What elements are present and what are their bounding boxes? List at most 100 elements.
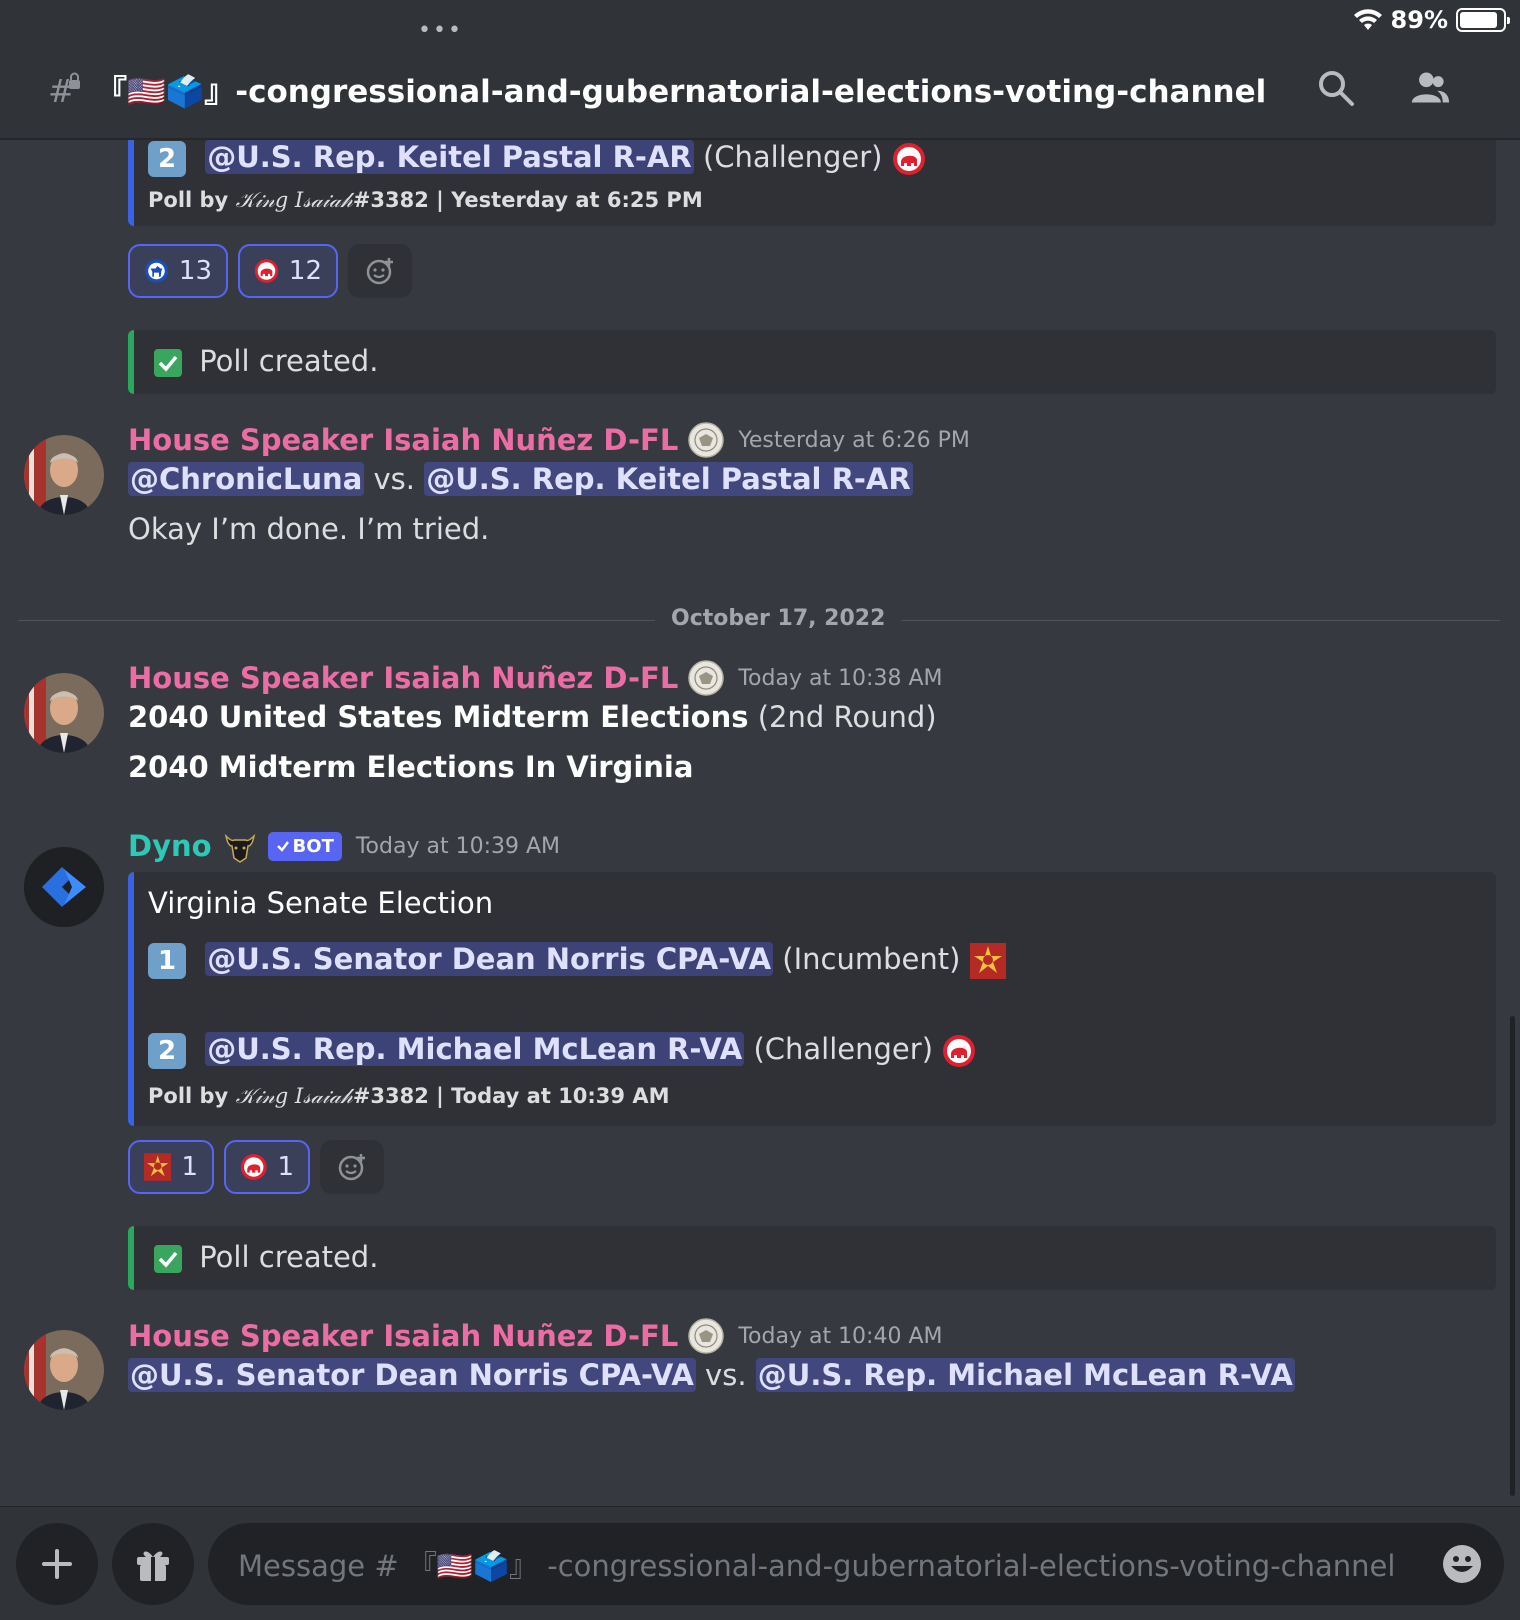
message-body: @U.S. Senator Dean Norris CPA-VA vs. @U.… — [128, 1358, 1295, 1392]
top-bar: ••• 89% # 『🇺🇸🗳️』-congressional-and-guber… — [0, 0, 1520, 140]
status-bar: 89% — [1353, 6, 1510, 34]
bot-avatar[interactable] — [24, 847, 104, 927]
confirm-text: Poll created. — [199, 344, 379, 378]
timestamp: Today at 10:38 AM — [738, 665, 943, 691]
message-body: @ChronicLuna vs. @U.S. Rep. Keitel Pasta… — [128, 462, 913, 496]
add-reaction-button[interactable] — [348, 244, 412, 298]
number-1-badge: 1 — [148, 943, 186, 979]
vs-text: vs. — [364, 462, 425, 496]
footer-prefix: Poll by — [148, 1084, 236, 1108]
footer-suffix: #3382 | Yesterday at 6:25 PM — [352, 188, 703, 212]
republican-elephant-icon — [943, 1035, 976, 1067]
dyno-logo-icon — [24, 847, 104, 927]
message-header: House Speaker Isaiah Nuñez D-FL Today at… — [128, 660, 943, 696]
option-note: (Challenger) — [753, 1032, 934, 1066]
footer-author: 𝒦𝒾𝓃𝑔 𝐼𝓈𝒶𝒾𝒶𝒽 — [235, 188, 353, 212]
wifi-icon — [1353, 9, 1382, 30]
reaction-star-emblem[interactable]: 1 — [128, 1140, 214, 1194]
poll-footer: Poll by 𝒦𝒾𝓃𝑔 𝐼𝓈𝒶𝒾𝒶𝒽#3382 | Yesterday at … — [148, 188, 703, 213]
number-2-badge: 2 — [148, 1033, 186, 1069]
check-mark-icon — [154, 349, 182, 377]
message-header: House Speaker Isaiah Nuñez D-FL Today at… — [128, 1318, 943, 1354]
poll-footer: Poll by 𝒦𝒾𝓃𝑔 𝐼𝓈𝒶𝒾𝒶𝒽#3382 | Today at 10:3… — [148, 1084, 670, 1109]
reaction-democrat[interactable]: 13 — [128, 244, 228, 298]
mention-keitel-pastal[interactable]: @U.S. Rep. Keitel Pastal R-AR — [424, 462, 913, 496]
democrat-donkey-icon — [144, 259, 169, 283]
gift-button[interactable] — [112, 1523, 194, 1605]
reaction-republican[interactable]: 12 — [238, 244, 338, 298]
username[interactable]: House Speaker Isaiah Nuñez D-FL — [128, 423, 678, 457]
seal-badge-icon — [688, 422, 725, 458]
poll-option-2: 2 @U.S. Rep. Keitel Pastal R-AR (Challen… — [148, 140, 926, 177]
channel-title: 『🇺🇸🗳️』-congressional-and-gubernatorial-e… — [96, 74, 1267, 110]
star-emblem-icon — [969, 943, 1006, 979]
search-icon[interactable] — [1316, 68, 1356, 108]
message-header: House Speaker Isaiah Nuñez D-FL Yesterda… — [128, 422, 970, 458]
message-text: Okay I’m done. I’m tried. — [128, 512, 490, 546]
vs-text: vs. — [695, 1358, 756, 1392]
portrait-image — [24, 673, 104, 753]
scrollbar[interactable] — [1510, 1016, 1515, 1496]
multitask-dots[interactable]: ••• — [418, 18, 463, 43]
attach-button[interactable] — [16, 1523, 98, 1605]
seal-badge-icon — [688, 1318, 725, 1354]
embed-title: Virginia Senate Election — [148, 886, 494, 920]
bot-tag: BOT — [267, 831, 342, 861]
poll-option-2: 2 @U.S. Rep. Michael McLean R-VA (Challe… — [148, 1032, 976, 1069]
reaction-count: 1 — [277, 1152, 294, 1182]
locked-channel-icon: # — [48, 72, 80, 106]
mention-michael-mclean[interactable]: @U.S. Rep. Michael McLean R-VA — [205, 1032, 745, 1066]
footer-suffix: #3382 | Today at 10:39 AM — [352, 1084, 670, 1108]
username[interactable]: House Speaker Isaiah Nuñez D-FL — [128, 661, 678, 695]
reaction-count: 13 — [178, 256, 212, 286]
footer-prefix: Poll by — [148, 188, 236, 212]
members-icon[interactable] — [1410, 68, 1450, 108]
mention-michael-mclean[interactable]: @U.S. Rep. Michael McLean R-VA — [755, 1358, 1295, 1392]
mention-dean-norris[interactable]: @U.S. Senator Dean Norris CPA-VA — [205, 942, 774, 976]
plus-icon — [42, 1549, 72, 1579]
portrait-image — [24, 1330, 104, 1410]
poll-option-1: 1 @U.S. Senator Dean Norris CPA-VA (Incu… — [148, 942, 1006, 979]
avatar[interactable] — [24, 1330, 104, 1410]
add-reaction-button[interactable] — [320, 1140, 384, 1194]
mention-keitel-pastal[interactable]: @U.S. Rep. Keitel Pastal R-AR — [205, 140, 694, 174]
message-placeholder: Message # 『🇺🇸🗳️』 -congressional-and-gube… — [238, 1549, 1396, 1583]
battery-percent: 89% — [1390, 6, 1448, 34]
timestamp: Yesterday at 6:26 PM — [738, 427, 970, 453]
mention-dean-norris[interactable]: @U.S. Senator Dean Norris CPA-VA — [128, 1358, 696, 1392]
bull-emblem-icon — [224, 833, 255, 863]
date-divider-label: October 17, 2022 — [655, 606, 902, 631]
option-note: (Challenger) — [702, 140, 883, 174]
reaction-count: 12 — [288, 256, 322, 286]
reaction-republican[interactable]: 1 — [224, 1140, 310, 1194]
checkmark-icon — [276, 841, 289, 852]
number-2-badge: 2 — [148, 141, 186, 177]
bold-text: 2040 United States Midterm Elections — [128, 700, 749, 734]
timestamp: Today at 10:40 AM — [738, 1323, 943, 1349]
mention-chronicluna[interactable]: @ChronicLuna — [128, 462, 365, 496]
channel-header: # 『🇺🇸🗳️』-congressional-and-gubernatorial… — [48, 66, 1266, 111]
username[interactable]: House Speaker Isaiah Nuñez D-FL — [128, 1319, 678, 1353]
avatar[interactable] — [24, 673, 104, 753]
confirm-text: Poll created. — [199, 1240, 379, 1274]
seal-badge-icon — [688, 660, 725, 696]
timestamp: Today at 10:39 AM — [355, 833, 561, 859]
message-text: 2040 United States Midterm Elections (2n… — [128, 700, 937, 734]
poll-embed-virginia: Virginia Senate Election 1 @U.S. Senator… — [128, 872, 1496, 1126]
add-reaction-icon — [366, 258, 393, 285]
username[interactable]: Dyno — [128, 829, 212, 863]
message-composer: Message # 『🇺🇸🗳️』 -congressional-and-gube… — [0, 1506, 1520, 1620]
footer-author: 𝒦𝒾𝓃𝑔 𝐼𝓈𝒶𝒾𝒶𝒽 — [235, 1084, 353, 1108]
avatar[interactable] — [24, 435, 104, 515]
poll-created-notice: Poll created. — [128, 1226, 1496, 1290]
message-input[interactable]: Message # 『🇺🇸🗳️』 -congressional-and-gube… — [208, 1523, 1504, 1605]
gift-icon — [137, 1551, 169, 1581]
star-emblem-icon — [144, 1153, 172, 1181]
text: (2nd Round) — [748, 700, 937, 734]
republican-elephant-icon — [240, 1154, 267, 1180]
battery-icon — [1456, 8, 1510, 32]
option-note: (Incumbent) — [782, 942, 961, 976]
portrait-image — [24, 435, 104, 515]
emoji-picker-icon[interactable] — [1442, 1544, 1482, 1584]
message-list[interactable]: 2 @U.S. Rep. Keitel Pastal R-AR (Challen… — [0, 140, 1520, 1506]
